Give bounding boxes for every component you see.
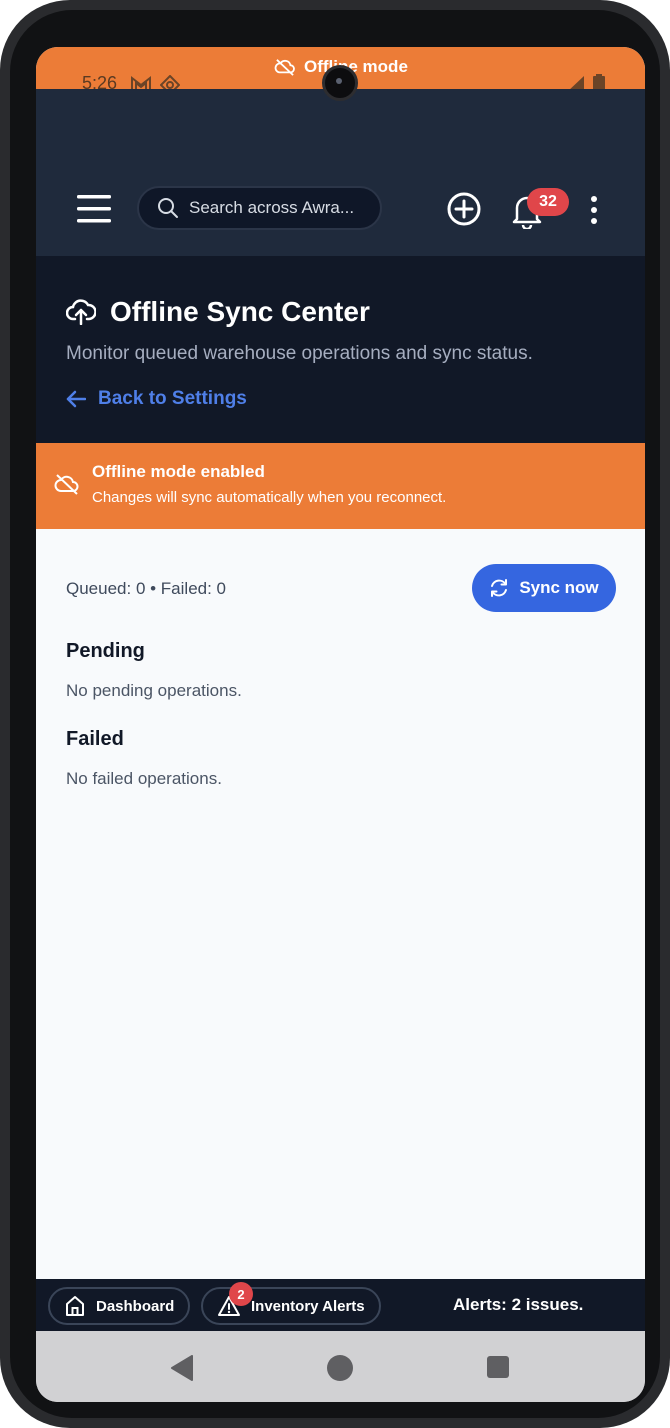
search-icon — [158, 198, 178, 218]
page-title: Offline Sync Center — [110, 296, 370, 327]
inventory-alerts-count-badge: 2 — [229, 1282, 253, 1306]
back-link-label: Back to Settings — [98, 388, 247, 409]
arrow-left-icon — [66, 390, 86, 408]
search-input[interactable]: Search across Awra... — [137, 186, 382, 230]
sync-content: Queued: 0 • Failed: 0 Sync now Pending N… — [36, 529, 645, 1279]
back-to-settings-link[interactable]: Back to Settings — [66, 388, 247, 410]
banner-text: Changes will sync automatically when you… — [92, 489, 447, 506]
device-bezel: 5:26 Offline mode Search across Awra... … — [10, 10, 660, 1418]
add-icon[interactable] — [446, 191, 482, 227]
queue-counts: Queued: 0 • Failed: 0 — [66, 579, 226, 598]
device-frame: 5:26 Offline mode Search across Awra... … — [0, 0, 670, 1428]
page-header: Offline Sync Center Monitor queued wareh… — [36, 256, 645, 443]
home-icon — [66, 1296, 84, 1316]
inventory-alerts-label: Inventory Alerts — [251, 1297, 365, 1315]
menu-icon[interactable] — [76, 191, 112, 227]
more-vertical-icon[interactable] — [586, 193, 602, 229]
banner-title: Offline mode enabled — [92, 462, 265, 481]
inventory-alerts-chip[interactable]: Inventory Alerts — [201, 1287, 381, 1325]
nav-home-icon[interactable] — [327, 1355, 353, 1381]
app-bar: Search across Awra... 32 — [36, 89, 645, 256]
pending-section-title: Pending — [66, 640, 145, 662]
refresh-icon — [491, 579, 508, 597]
dashboard-chip[interactable]: Dashboard — [48, 1287, 191, 1325]
alerts-summary: Alerts: 2 issues. — [453, 1295, 584, 1314]
nav-back-icon[interactable] — [170, 1355, 194, 1381]
cloud-off-icon — [274, 59, 295, 76]
failed-section-title: Failed — [66, 728, 124, 750]
search-placeholder: Search across Awra... — [189, 198, 355, 217]
offline-banner: Offline mode enabled Changes will sync a… — [36, 443, 645, 529]
page-subtitle: Monitor queued warehouse operations and … — [66, 343, 533, 364]
sync-now-button[interactable]: Sync now — [472, 564, 616, 612]
bottom-bar: Dashboard Inventory Alerts 2 Alerts: 2 i… — [36, 1279, 645, 1331]
failed-empty-text: No failed operations. — [66, 769, 222, 788]
cloud-off-icon — [54, 474, 79, 495]
pending-empty-text: No pending operations. — [66, 681, 242, 700]
system-navigation-bar — [36, 1331, 645, 1402]
notification-count-badge: 32 — [527, 188, 569, 216]
front-camera — [322, 65, 358, 101]
page-title-row: Offline Sync Center — [66, 296, 370, 328]
screen: 5:26 Offline mode Search across Awra... … — [36, 47, 645, 1402]
nav-recents-icon[interactable] — [487, 1356, 509, 1378]
cloud-upload-icon — [66, 299, 96, 325]
sync-now-label: Sync now — [519, 578, 599, 597]
dashboard-chip-label: Dashboard — [96, 1297, 175, 1315]
